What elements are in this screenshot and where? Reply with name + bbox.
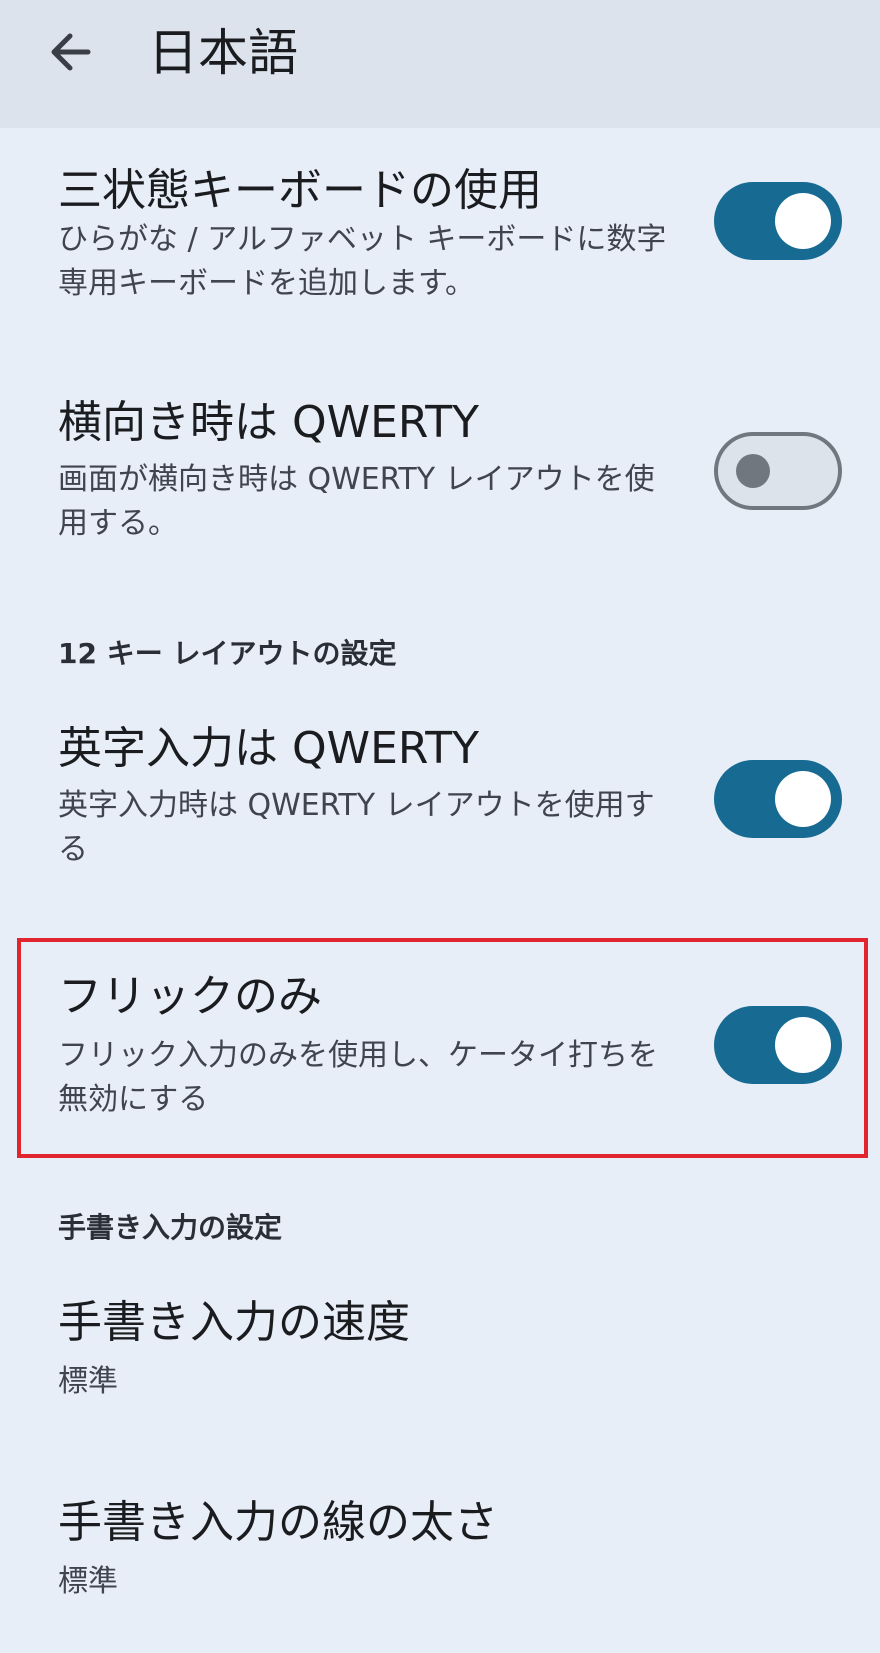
setting-summary: ひらがな / アルファベット キーボードに数字専用キーボードを追加します。 — [58, 222, 667, 301]
setting-title: 手書き入力の線の太さ — [58, 1497, 498, 1548]
setting-handwriting-stroke[interactable]: 手書き入力の線の太さ 標準 — [0, 1470, 880, 1630]
section-header-handwriting: 手書き入力の設定 — [58, 1211, 283, 1244]
setting-title: 横向き時は QWERTY — [58, 397, 480, 448]
section-header-12key: 12 キー レイアウトの設定 — [58, 637, 397, 670]
setting-title: 三状態キーボードの使用 — [58, 165, 542, 216]
toggle-knob — [775, 771, 831, 827]
setting-three-state-keyboard[interactable]: 三状態キーボードの使用 ひらがな / アルファベット キーボードに数字専用キーボ… — [0, 128, 880, 338]
setting-alpha-qwerty[interactable]: 英字入力は QWERTY 英字入力時は QWERTY レイアウトを使用する — [0, 700, 880, 890]
toggle-knob — [775, 193, 831, 249]
highlight-box — [17, 938, 868, 1158]
setting-summary: 画面が横向き時は QWERTY レイアウトを使用する。 — [58, 462, 655, 541]
setting-summary: 英字入力時は QWERTY レイアウトを使用する — [58, 788, 655, 867]
back-button[interactable] — [40, 28, 100, 76]
three-state-keyboard-toggle[interactable] — [714, 182, 842, 260]
page-title: 日本語 — [148, 24, 298, 82]
setting-handwriting-speed[interactable]: 手書き入力の速度 標準 — [0, 1274, 880, 1434]
arrow-left-icon — [51, 33, 91, 71]
setting-title: 手書き入力の速度 — [58, 1297, 410, 1348]
landscape-qwerty-toggle[interactable] — [714, 432, 842, 510]
alpha-qwerty-toggle[interactable] — [714, 760, 842, 838]
setting-summary: 標準 — [58, 1364, 118, 1399]
setting-landscape-qwerty[interactable]: 横向き時は QWERTY 画面が横向き時は QWERTY レイアウトを使用する。 — [0, 370, 880, 560]
setting-summary: 標準 — [58, 1564, 118, 1599]
setting-title: 英字入力は QWERTY — [58, 723, 480, 774]
app-bar: 日本語 — [0, 0, 880, 128]
toggle-knob — [736, 454, 770, 488]
